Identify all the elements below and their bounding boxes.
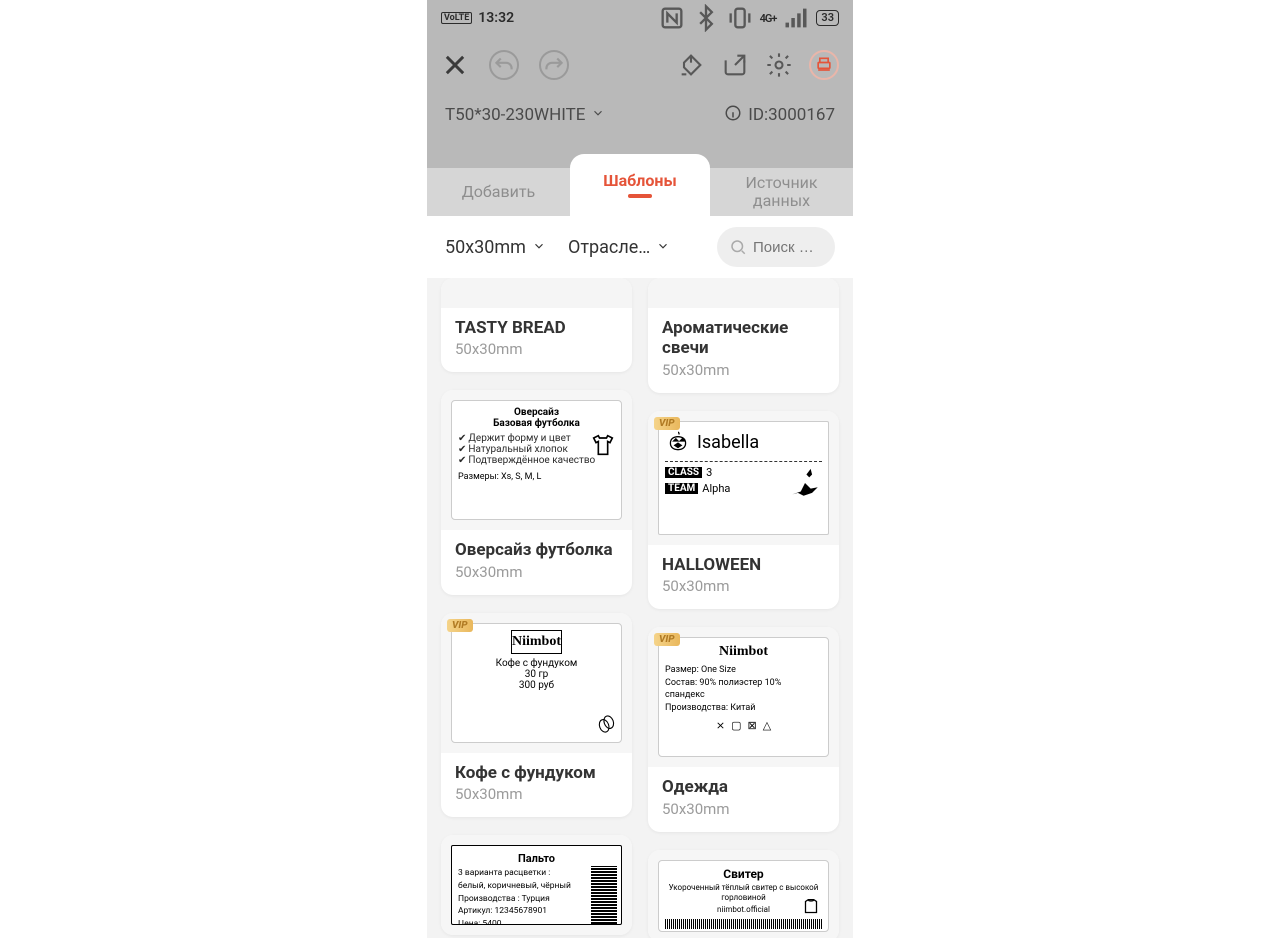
witch-icon bbox=[788, 466, 822, 503]
template-card-arom-svechi[interactable]: Ароматические свечи 50x30mm bbox=[648, 278, 839, 393]
size-filter-label: 50x30mm bbox=[445, 237, 526, 258]
bluetooth-icon bbox=[692, 4, 720, 32]
card-size: 50x30mm bbox=[662, 800, 825, 818]
barcode-icon bbox=[665, 919, 822, 929]
search-input[interactable] bbox=[753, 239, 823, 256]
chevron-down-icon bbox=[656, 237, 670, 258]
vip-badge: VIP bbox=[447, 619, 473, 632]
search-field[interactable] bbox=[717, 227, 835, 267]
tab-active-indicator bbox=[628, 194, 652, 198]
template-id-label: ID:3000167 bbox=[748, 105, 835, 125]
card-size: 50x30mm bbox=[662, 577, 825, 595]
preview-text: Подтверждённое качество bbox=[468, 455, 595, 466]
preview-text: niimbot.official bbox=[717, 905, 770, 915]
vip-badge: VIP bbox=[654, 633, 680, 646]
coffee-bean-icon bbox=[595, 713, 617, 738]
card-size: 50x30mm bbox=[455, 785, 618, 803]
tab-datasource[interactable]: Источник данных bbox=[710, 168, 853, 216]
status-time: 13:32 bbox=[478, 10, 514, 26]
chevron-down-icon bbox=[532, 237, 546, 258]
card-title: Ароматические свечи bbox=[662, 318, 825, 359]
tab-templates-label: Шаблоны bbox=[603, 172, 676, 190]
panel-tabs: Добавить Шаблоны Источник данных bbox=[427, 168, 853, 216]
network-label: 4G+ bbox=[760, 12, 777, 25]
print-icon[interactable] bbox=[809, 50, 839, 80]
card-size: 50x30mm bbox=[455, 340, 618, 358]
vip-badge: VIP bbox=[654, 417, 680, 430]
battery-indicator: 33 bbox=[816, 10, 839, 26]
tab-templates[interactable]: Шаблоны bbox=[570, 154, 710, 216]
preview-text: Укороченный тёплый свитер с высокой горл… bbox=[665, 883, 822, 904]
card-title: Оверсайз футболка bbox=[455, 540, 618, 560]
template-card-tasty-bread[interactable]: TASTY BREAD 50x30mm bbox=[441, 278, 632, 372]
preview-text: Alpha bbox=[702, 482, 730, 495]
preview-text: 300 руб bbox=[519, 680, 554, 691]
gear-icon[interactable] bbox=[765, 51, 793, 79]
template-card-halloween[interactable]: VIP Isabella CLASS 3 TEAM Alpha bbox=[648, 411, 839, 609]
phone-frame: VoLTE 13:32 4G+ 33 T50*30-230WHITE bbox=[427, 0, 853, 938]
paper-size-label: T50*30-230WHITE bbox=[445, 105, 585, 125]
pumpkin-icon bbox=[665, 428, 691, 457]
card-title: HALLOWEEN bbox=[662, 555, 825, 575]
sweater-icon bbox=[800, 896, 822, 921]
preview-text: CLASS bbox=[665, 467, 702, 478]
template-card-sweater[interactable]: Свитер Укороченный тёплый свитер с высок… bbox=[648, 850, 839, 938]
card-size: 50x30mm bbox=[455, 563, 618, 581]
search-icon bbox=[729, 238, 747, 256]
tab-add-label: Добавить bbox=[462, 183, 535, 201]
preview-text: Пальто bbox=[458, 852, 615, 865]
preview-text: Базовая футболка bbox=[458, 418, 615, 429]
preview-text: Производства: Китай bbox=[665, 702, 822, 715]
close-icon[interactable] bbox=[441, 51, 469, 79]
signal-icon bbox=[782, 4, 810, 32]
preview-text: Niimbot bbox=[665, 644, 822, 660]
industry-filter-label: Отрасле… bbox=[568, 237, 650, 258]
preview-text: Держит форму и цвет bbox=[468, 433, 570, 444]
card-title: Кофе с фундуком bbox=[455, 763, 618, 783]
volte-badge: VoLTE bbox=[441, 12, 472, 24]
nfc-icon bbox=[658, 4, 686, 32]
filter-bar: 50x30mm Отрасле… bbox=[427, 216, 853, 278]
care-icons: ⨯▢⊠△ bbox=[665, 719, 822, 732]
chevron-down-icon bbox=[591, 105, 605, 125]
preview-text: Свитер bbox=[723, 867, 763, 881]
tab-add[interactable]: Добавить bbox=[427, 168, 570, 216]
preview-text: Оверсайз bbox=[458, 407, 615, 418]
paper-info-bar: T50*30-230WHITE ID:3000167 bbox=[427, 94, 853, 136]
status-bar: VoLTE 13:32 4G+ 33 bbox=[427, 0, 853, 36]
info-icon bbox=[724, 104, 742, 127]
paint-bucket-icon[interactable] bbox=[677, 51, 705, 79]
barcode-icon bbox=[591, 866, 617, 924]
size-filter[interactable]: 50x30mm bbox=[445, 237, 546, 258]
paper-size-picker[interactable]: T50*30-230WHITE bbox=[445, 105, 605, 125]
preview-text: Isabella bbox=[697, 432, 759, 453]
preview-text: TEAM bbox=[665, 483, 698, 494]
vibrate-icon bbox=[726, 4, 754, 32]
templates-grid[interactable]: TASTY BREAD 50x30mm Оверсайз Базовая фут… bbox=[427, 278, 853, 938]
template-id[interactable]: ID:3000167 bbox=[724, 104, 835, 127]
preview-text: Niimbot bbox=[511, 630, 562, 654]
preview-text: Размер: One Size bbox=[665, 664, 822, 677]
template-card-coffee[interactable]: VIP Niimbot Кофе с фундуком 30 гр 300 ру… bbox=[441, 613, 632, 817]
template-card-clothes[interactable]: VIP Niimbot Размер: One Size Состав: 90%… bbox=[648, 627, 839, 831]
template-card-palto[interactable]: Пальто 3 варианта расцветки : белый, кор… bbox=[441, 835, 632, 935]
preview-text: Состав: 90% полиэстер 10% спандекс bbox=[665, 677, 822, 702]
editor-toolbar bbox=[427, 36, 853, 94]
preview-text: Натуральный хлопок bbox=[468, 444, 567, 455]
preview-text: Кофе с фундуком bbox=[496, 658, 578, 669]
card-title: Одежда bbox=[662, 777, 825, 797]
industry-filter[interactable]: Отрасле… bbox=[568, 237, 670, 258]
card-title: TASTY BREAD bbox=[455, 318, 618, 338]
template-card-oversize[interactable]: Оверсайз Базовая футболка ✔Держит форму … bbox=[441, 390, 632, 594]
preview-text: 3 bbox=[706, 466, 712, 479]
tshirt-icon bbox=[589, 431, 617, 462]
card-size: 50x30mm bbox=[662, 361, 825, 379]
export-icon[interactable] bbox=[721, 51, 749, 79]
redo-icon[interactable] bbox=[539, 50, 569, 80]
preview-text: 30 гр bbox=[525, 669, 549, 680]
undo-icon[interactable] bbox=[489, 50, 519, 80]
preview-text: Размеры: Xs, S, M, L bbox=[458, 472, 615, 482]
tab-datasource-label: Источник данных bbox=[716, 174, 847, 209]
